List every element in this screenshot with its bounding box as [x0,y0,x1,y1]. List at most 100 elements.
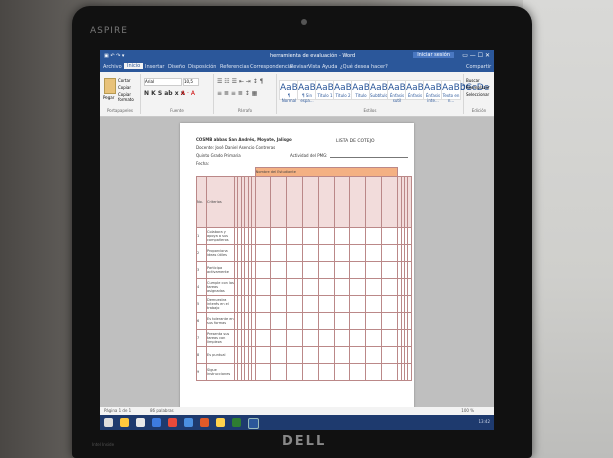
check-cell[interactable] [286,261,304,279]
font-name-select[interactable]: Arial [144,78,182,86]
font-color-icon[interactable]: A · A [181,90,195,97]
style-texto-negrita[interactable]: AaBbCcDe Texto en n... [441,80,489,103]
check-cell[interactable] [380,227,399,245]
check-cell[interactable] [333,295,351,313]
check-cell[interactable] [407,261,412,279]
tab-vista[interactable]: Vista [308,64,320,70]
check-cell[interactable] [270,329,288,347]
ie-icon[interactable] [184,418,193,427]
check-cell[interactable] [333,261,351,279]
check-cell[interactable] [380,363,399,381]
font-size-select[interactable]: 10,5 [183,78,199,86]
login-button[interactable]: Iniciar sesión [413,52,454,58]
check-cell[interactable] [365,363,382,381]
check-cell[interactable] [349,312,367,330]
check-cell[interactable] [365,312,382,330]
check-cell[interactable] [349,363,367,381]
check-cell[interactable] [270,363,288,381]
check-cell[interactable] [365,244,382,262]
student-column-header[interactable] [317,176,335,228]
check-cell[interactable] [407,346,412,364]
tab-insertar[interactable]: Insertar [145,64,164,70]
tell-me-search[interactable]: ¿Qué desea hacer? [340,64,388,70]
style-titulo-2[interactable]: AaBbCcTítulo 2 [333,80,369,100]
style-enfasis-sutil[interactable]: AaBbCcDeÉnfasis sutil [387,80,435,103]
list-icons[interactable]: ☰ ☷ ☰ ⇤ ⇥ ↕ ¶ [217,78,263,85]
style-subtitulo[interactable]: AaBbCcESubtítulo [369,80,410,100]
check-cell[interactable] [302,278,319,296]
align-icons[interactable]: ≡ ≣ ≡ ≣ ↕ ▦ [217,90,257,97]
student-column-header[interactable] [349,176,367,228]
copy-button[interactable]: Copiar [118,85,131,90]
check-cell[interactable] [333,329,351,347]
check-cell[interactable] [302,295,319,313]
check-cell[interactable] [254,295,272,313]
style-normal[interactable]: AaBbCcDc¶ Normal [279,80,327,103]
student-column-header[interactable] [407,176,412,228]
tab-archivo[interactable]: Archivo [103,64,122,70]
tab-disposicion[interactable]: Disposición [188,64,216,70]
cut-button[interactable]: Cortar [118,78,131,83]
bold-italic-underline-icons[interactable]: N K S ab x x [144,90,185,97]
check-cell[interactable] [302,329,319,347]
tab-correspondencia[interactable]: Correspondencia [250,64,292,70]
check-cell[interactable] [286,227,304,245]
check-cell[interactable] [286,312,304,330]
zoom-level[interactable]: 100 % [461,408,474,413]
style-enfasis-intenso[interactable]: AaBbCcDeÉnfasis inte... [423,80,471,103]
style-sin-espaciado[interactable]: AaBbCcDc¶ Sin espa... [297,80,345,103]
tab-inicio[interactable]: Inicio [124,63,144,69]
check-cell[interactable] [302,363,319,381]
check-cell[interactable] [333,227,351,245]
student-column-header[interactable] [365,176,382,228]
student-column-header[interactable] [302,176,319,228]
check-cell[interactable] [286,346,304,364]
check-cell[interactable] [317,244,335,262]
check-cell[interactable] [302,244,319,262]
check-cell[interactable] [270,346,288,364]
paste-icon[interactable] [104,78,116,94]
format-painter-button[interactable]: Copiar formato [118,92,140,102]
student-column-header[interactable] [380,176,399,228]
check-cell[interactable] [349,346,367,364]
check-cell[interactable] [254,346,272,364]
style-titulo-1[interactable]: AaBbC Título 1 [315,80,346,100]
check-cell[interactable] [317,227,335,245]
paste-button[interactable]: Pegar [103,95,114,100]
check-cell[interactable] [270,227,288,245]
check-cell[interactable] [254,329,272,347]
student-column-header[interactable] [254,176,272,228]
check-cell[interactable] [302,346,319,364]
check-cell[interactable] [333,363,351,381]
check-cell[interactable] [365,227,382,245]
check-cell[interactable] [365,295,382,313]
check-cell[interactable] [254,363,272,381]
powerpoint-icon[interactable] [200,418,209,427]
check-cell[interactable] [333,278,351,296]
student-column-header[interactable] [286,176,304,228]
word-icon[interactable] [248,418,259,429]
check-cell[interactable] [286,295,304,313]
chrome-icon[interactable] [168,418,177,427]
check-cell[interactable] [254,261,272,279]
check-cell[interactable] [349,278,367,296]
quick-access-toolbar[interactable]: ▣ ↶ ↷ ▾ [104,53,124,59]
check-cell[interactable] [349,227,367,245]
tab-revisar[interactable]: Revisar [290,64,308,70]
check-cell[interactable] [317,312,335,330]
check-cell[interactable] [254,312,272,330]
find-button[interactable]: Buscar [466,78,480,83]
check-cell[interactable] [270,278,288,296]
store-icon[interactable] [152,418,161,427]
check-cell[interactable] [270,312,288,330]
check-cell[interactable] [333,346,351,364]
check-cell[interactable] [302,312,319,330]
check-cell[interactable] [286,363,304,381]
check-cell[interactable] [380,244,399,262]
check-cell[interactable] [380,295,399,313]
student-column-header[interactable] [333,176,351,228]
tab-ayuda[interactable]: Ayuda [322,64,337,70]
check-cell[interactable] [286,329,304,347]
style-titulo[interactable]: AaB Título [351,80,371,100]
check-cell[interactable] [317,363,335,381]
